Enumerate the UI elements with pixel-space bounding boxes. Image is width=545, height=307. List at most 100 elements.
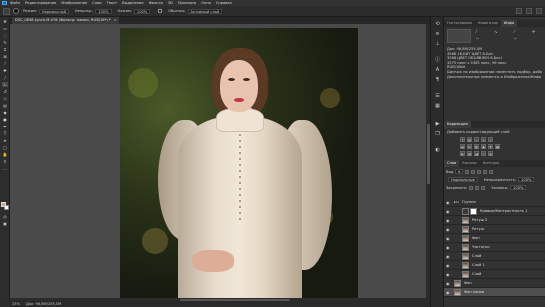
filter-type-icon[interactable]: [477, 169, 482, 174]
opacity-field[interactable]: 100%: [95, 8, 112, 14]
lock-all-icon[interactable]: [481, 185, 486, 190]
document-image[interactable]: [120, 28, 358, 298]
gradient-tool-icon[interactable]: ▤: [2, 103, 8, 108]
zoom-tool-icon[interactable]: ⚲: [2, 159, 8, 164]
menu-help[interactable]: Справка: [216, 1, 232, 5]
clone-source-icon[interactable]: ⊥: [434, 41, 441, 47]
clone-stamp-tool-icon[interactable]: ⊥: [2, 82, 8, 87]
vibrance-icon[interactable]: ▽: [488, 137, 493, 142]
filter-shape-icon[interactable]: [483, 169, 488, 174]
layer-name[interactable]: Ретуш: [472, 227, 484, 231]
mode-select[interactable]: Нормальный: [38, 8, 69, 14]
black-white-icon[interactable]: ◧: [474, 144, 479, 149]
layer-mask-thumbnail[interactable]: [470, 207, 477, 215]
layer-row[interactable]: ◉ Ретуш: [444, 225, 545, 234]
libraries-panel-icon[interactable]: ❐: [434, 131, 441, 137]
paragraph-panel-icon[interactable]: ¶: [434, 77, 441, 83]
actions-panel-icon[interactable]: ▶: [434, 121, 441, 127]
type-tool-icon[interactable]: T: [2, 131, 8, 136]
move-tool-icon[interactable]: ✥: [2, 19, 8, 24]
visibility-eye-icon[interactable]: ◉: [446, 236, 451, 241]
quick-mask-icon[interactable]: ◎: [2, 214, 8, 219]
visibility-eye-icon[interactable]: ◉: [446, 290, 451, 295]
aligned-control[interactable]: [156, 9, 163, 13]
mode-control[interactable]: Режим: Нормальный: [23, 8, 69, 14]
threshold-icon[interactable]: ◪: [474, 151, 479, 156]
menu-edit[interactable]: Редактирование: [25, 1, 56, 5]
zoom-level[interactable]: 25%: [12, 302, 20, 306]
layer-row[interactable]: ◉ ▸▭ Группа: [444, 198, 545, 207]
color-lookup-icon[interactable]: ▦: [495, 144, 500, 149]
exposure-icon[interactable]: ±: [481, 137, 486, 142]
visibility-eye-icon[interactable]: ◉: [446, 281, 451, 286]
layer-name[interactable]: Группа: [462, 200, 476, 204]
layer-name[interactable]: Ретуш 2: [472, 218, 487, 222]
frame-tool-icon[interactable]: ⊠: [2, 54, 8, 59]
flow-field[interactable]: 100%: [133, 8, 151, 14]
navigator-thumbnail[interactable]: [447, 29, 471, 43]
tab-channels[interactable]: Каналы: [459, 160, 479, 167]
marquee-tool-icon[interactable]: ▭: [2, 26, 8, 31]
layer-name[interactable]: Слой 1: [472, 263, 485, 267]
brightness-icon[interactable]: ☀: [460, 137, 465, 142]
aligned-checkbox[interactable]: [158, 9, 163, 13]
document-tab[interactable]: DSC_0838 Lynch-M-076 (Фильтр: жалко, RGB…: [12, 17, 119, 24]
levels-icon[interactable]: ▥: [467, 137, 472, 142]
info-panel-icon[interactable]: ⓘ: [434, 57, 441, 63]
foreground-color-swatch[interactable]: [1, 202, 6, 207]
curves-icon[interactable]: ∿: [474, 137, 479, 142]
selective-color-icon[interactable]: ◍: [488, 151, 493, 156]
visibility-eye-icon[interactable]: ◉: [446, 209, 451, 214]
gradient-map-icon[interactable]: ▭: [481, 151, 486, 156]
menu-window[interactable]: Окно: [201, 1, 211, 5]
tab-histogram[interactable]: Гистограмма: [444, 20, 475, 27]
visibility-eye-icon[interactable]: ◉: [446, 227, 451, 232]
layer-name[interactable]: Слой: [472, 272, 481, 276]
menu-image[interactable]: Изображение: [61, 1, 87, 5]
opacity-control[interactable]: Непрозр.: 100%: [75, 8, 112, 14]
fill-field[interactable]: 100%: [510, 185, 527, 190]
layer-filter-select[interactable]: ▾: [455, 169, 464, 174]
tab-info[interactable]: Инфо: [500, 20, 518, 27]
posterize-icon[interactable]: ▨: [467, 151, 472, 156]
layer-row[interactable]: ◉ Фон: [444, 279, 545, 288]
visibility-eye-icon[interactable]: ◉: [446, 218, 451, 223]
layer-name[interactable]: Кривые/Контрастность 1: [480, 209, 527, 213]
sample-select[interactable]: Активный слой: [187, 8, 223, 14]
character-panel-icon[interactable]: A: [434, 67, 441, 73]
eraser-tool-icon[interactable]: ◇: [2, 96, 8, 101]
brush-settings-icon[interactable]: ≋: [434, 31, 441, 37]
layer-name[interactable]: Фон: [472, 236, 480, 240]
layer-row-selected[interactable]: ◉ Фон копия: [444, 288, 545, 297]
pen-tool-icon[interactable]: ✒: [2, 124, 8, 129]
blend-mode-select[interactable]: Нормальные: [448, 177, 478, 182]
screen-mode-icon[interactable]: ▣: [2, 221, 8, 226]
tab-navigator[interactable]: Навигатор: [475, 20, 501, 27]
canvas-area[interactable]: [10, 24, 430, 298]
lock-position-icon[interactable]: [475, 185, 480, 190]
brush-tool-icon[interactable]: ∕: [2, 75, 8, 80]
tab-layers[interactable]: Слои: [444, 160, 460, 167]
layer-name[interactable]: Частотки: [472, 245, 490, 249]
layer-row[interactable]: ◉ Слой 1: [444, 261, 545, 270]
visibility-eye-icon[interactable]: ◉: [446, 272, 451, 277]
visibility-eye-icon[interactable]: ◉: [446, 200, 451, 205]
tab-paths[interactable]: Контуры: [480, 160, 502, 167]
layer-row[interactable]: ◉ Кривые/Контрастность 1: [444, 207, 545, 216]
sample-control[interactable]: Образец: Активный слой: [168, 8, 223, 14]
visibility-eye-icon[interactable]: ◉: [446, 263, 451, 268]
menu-text[interactable]: Текст: [107, 1, 118, 5]
layer-row[interactable]: ◉ Фон: [444, 234, 545, 243]
properties-panel-icon[interactable]: ☰: [434, 93, 441, 99]
menu-filter[interactable]: Фильтр: [149, 1, 163, 5]
more-tools-icon[interactable]: …: [2, 166, 8, 171]
flow-control[interactable]: Нажим: 100%: [118, 8, 151, 14]
menu-select[interactable]: Выделение: [122, 1, 143, 5]
lasso-tool-icon[interactable]: ◌: [2, 33, 8, 38]
tab-adjustments[interactable]: Коррекция: [444, 121, 471, 128]
healing-brush-tool-icon[interactable]: ✚: [2, 68, 8, 73]
layer-name[interactable]: Фон: [464, 281, 472, 285]
stamp-tool-icon[interactable]: [3, 7, 10, 15]
swatches-panel-icon[interactable]: ▦: [434, 103, 441, 109]
menu-3d[interactable]: 3D: [168, 1, 173, 5]
